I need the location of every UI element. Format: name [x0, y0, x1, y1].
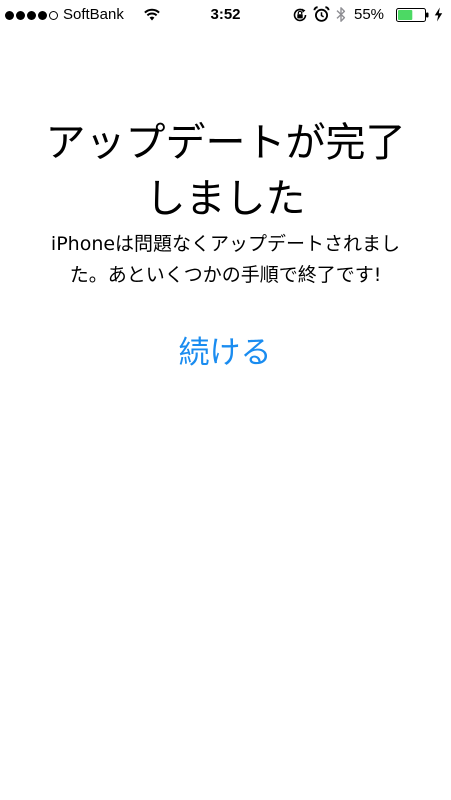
status-bar: SoftBank 3:52 55%	[0, 0, 451, 30]
battery-percentage: 55%	[354, 6, 385, 23]
bluetooth-icon	[336, 7, 346, 22]
rotation-lock-icon	[293, 8, 307, 22]
alarm-icon	[313, 6, 330, 22]
page-title: アップデートが完了 しました	[45, 120, 406, 222]
charging-icon	[434, 7, 443, 22]
continue-button[interactable]: 続ける	[125, 328, 325, 378]
battery-icon	[396, 8, 429, 22]
update-complete-message: iPhoneは問題なくアップデートされまし た。あといくつかの手順で終了です!	[50, 233, 401, 286]
